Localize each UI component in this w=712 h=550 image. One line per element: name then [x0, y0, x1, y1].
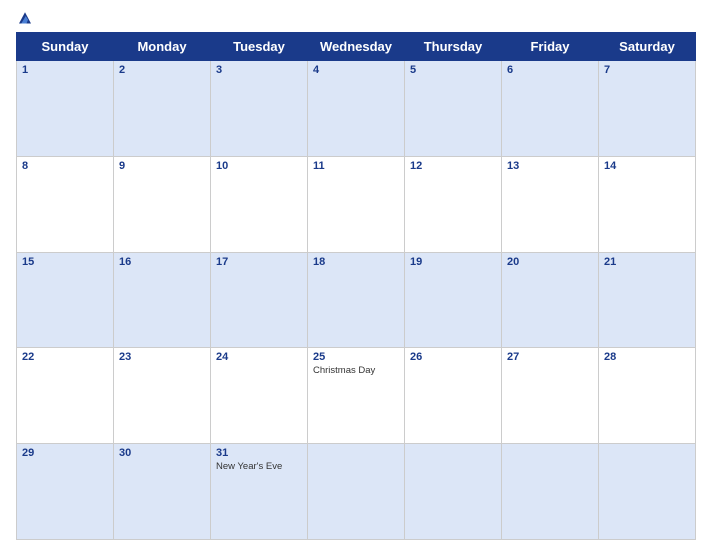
calendar-cell: 12: [405, 156, 502, 252]
calendar-cell: [502, 444, 599, 540]
day-number: 16: [119, 256, 205, 268]
weekday-header-tuesday: Tuesday: [211, 33, 308, 61]
calendar-cell: 19: [405, 252, 502, 348]
day-number: 20: [507, 256, 593, 268]
day-number: 11: [313, 160, 399, 172]
calendar-cell: 25 Christmas Day: [308, 348, 405, 444]
weekday-header-thursday: Thursday: [405, 33, 502, 61]
calendar-week-row: 29 30 31 New Year's Eve: [17, 444, 696, 540]
weekday-header-sunday: Sunday: [17, 33, 114, 61]
calendar-cell: 8: [17, 156, 114, 252]
calendar-cell: 18: [308, 252, 405, 348]
calendar-header: [16, 10, 696, 28]
day-number: 9: [119, 160, 205, 172]
calendar-week-row: 1234567: [17, 61, 696, 157]
day-number: 31: [216, 447, 302, 459]
calendar-cell: 24: [211, 348, 308, 444]
calendar-cell: 1: [17, 61, 114, 157]
event-label: Christmas Day: [313, 365, 399, 376]
calendar-cell: [599, 444, 696, 540]
calendar-cell: 3: [211, 61, 308, 157]
logo: [16, 10, 106, 28]
calendar-week-row: 15 16 17 18 19 20 21: [17, 252, 696, 348]
calendar-week-row: 89 10 11 12 13 14: [17, 156, 696, 252]
day-number: 10: [216, 160, 302, 172]
calendar-cell: 10: [211, 156, 308, 252]
calendar-cell: 30: [114, 444, 211, 540]
day-number: 21: [604, 256, 690, 268]
day-number: 29: [22, 447, 108, 459]
weekday-header-monday: Monday: [114, 33, 211, 61]
weekday-header-wednesday: Wednesday: [308, 33, 405, 61]
calendar-cell: 26: [405, 348, 502, 444]
day-number: 2: [119, 64, 205, 76]
calendar-cell: 13: [502, 156, 599, 252]
calendar-cell: 2: [114, 61, 211, 157]
calendar-cell: [405, 444, 502, 540]
day-number: 3: [216, 64, 302, 76]
calendar-cell: 28: [599, 348, 696, 444]
calendar-cell: 11: [308, 156, 405, 252]
day-number: 22: [22, 351, 108, 363]
day-number: 1: [22, 64, 108, 76]
day-number: 15: [22, 256, 108, 268]
calendar-cell: 6: [502, 61, 599, 157]
weekday-header-row: SundayMondayTuesdayWednesdayThursdayFrid…: [17, 33, 696, 61]
calendar-cell: 21: [599, 252, 696, 348]
calendar-week-row: 22 23 24 25 Christmas Day 26 27 28: [17, 348, 696, 444]
day-number: 26: [410, 351, 496, 363]
calendar-cell: 27: [502, 348, 599, 444]
day-number: 7: [604, 64, 690, 76]
calendar-cell: 14: [599, 156, 696, 252]
calendar-cell: 9: [114, 156, 211, 252]
day-number: 18: [313, 256, 399, 268]
day-number: 4: [313, 64, 399, 76]
calendar-cell: 22: [17, 348, 114, 444]
day-number: 28: [604, 351, 690, 363]
day-number: 23: [119, 351, 205, 363]
calendar-cell: 23: [114, 348, 211, 444]
day-number: 13: [507, 160, 593, 172]
calendar-cell: 15: [17, 252, 114, 348]
day-number: 12: [410, 160, 496, 172]
calendar-cell: 5: [405, 61, 502, 157]
day-number: 27: [507, 351, 593, 363]
day-number: 30: [119, 447, 205, 459]
calendar-table: SundayMondayTuesdayWednesdayThursdayFrid…: [16, 32, 696, 540]
day-number: 17: [216, 256, 302, 268]
calendar-cell: 16: [114, 252, 211, 348]
day-number: 25: [313, 351, 399, 363]
calendar-cell: 4: [308, 61, 405, 157]
day-number: 6: [507, 64, 593, 76]
day-number: 14: [604, 160, 690, 172]
generalblue-logo-icon: [16, 10, 34, 28]
calendar-cell: 7: [599, 61, 696, 157]
day-number: 8: [22, 160, 108, 172]
day-number: 24: [216, 351, 302, 363]
weekday-header-saturday: Saturday: [599, 33, 696, 61]
calendar-cell: 31 New Year's Eve: [211, 444, 308, 540]
calendar-cell: 29: [17, 444, 114, 540]
day-number: 5: [410, 64, 496, 76]
calendar-cell: 17: [211, 252, 308, 348]
weekday-header-friday: Friday: [502, 33, 599, 61]
calendar-cell: 20: [502, 252, 599, 348]
calendar-cell: [308, 444, 405, 540]
day-number: 19: [410, 256, 496, 268]
event-label: New Year's Eve: [216, 461, 302, 472]
